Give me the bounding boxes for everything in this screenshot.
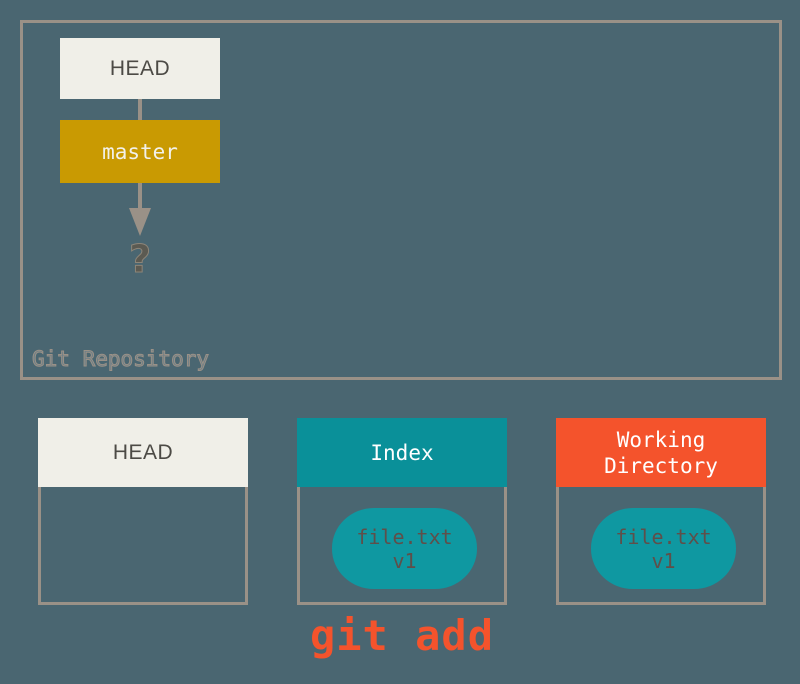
repository-head-ref: HEAD [60,38,220,99]
connector-head-to-master [138,99,142,121]
arrow-shaft-master-to-unknown [138,183,142,211]
area-index: file.txt v1 Index [297,418,507,605]
area-index-blob: file.txt v1 [332,508,477,589]
area-working-directory-blob: file.txt v1 [591,508,736,589]
area-index-header: Index [297,418,507,487]
area-working-directory-blob-version: v1 [651,548,676,573]
area-working-directory: file.txt v1 Working Directory [556,418,766,605]
area-index-title: Index [370,440,434,465]
repository-master-branch: master [60,120,220,183]
diagram-canvas: Git Repository HEAD master ? HEAD file.t… [0,0,800,684]
area-working-directory-title-line1: Working [616,427,706,452]
area-head-header: HEAD [38,418,248,487]
area-head-body [38,487,248,605]
area-index-body: file.txt v1 [297,487,507,605]
repository-master-branch-label: master [102,139,178,164]
area-head-title: HEAD [112,440,174,464]
area-index-blob-version: v1 [392,548,417,573]
area-working-directory-blob-filename: file.txt [615,524,712,549]
repository-head-ref-label: HEAD [109,56,171,80]
unknown-commit-question-mark: ? [128,237,152,281]
area-working-directory-body: file.txt v1 [556,487,766,605]
area-head: HEAD [38,418,248,605]
area-index-blob-filename: file.txt [356,524,453,549]
git-repository-label: Git Repository [31,347,210,372]
arrow-head-icon [129,208,151,236]
area-working-directory-title-line2: Directory [604,453,718,478]
command-caption-git-add: git add [309,611,494,660]
area-working-directory-header: Working Directory [556,418,766,487]
